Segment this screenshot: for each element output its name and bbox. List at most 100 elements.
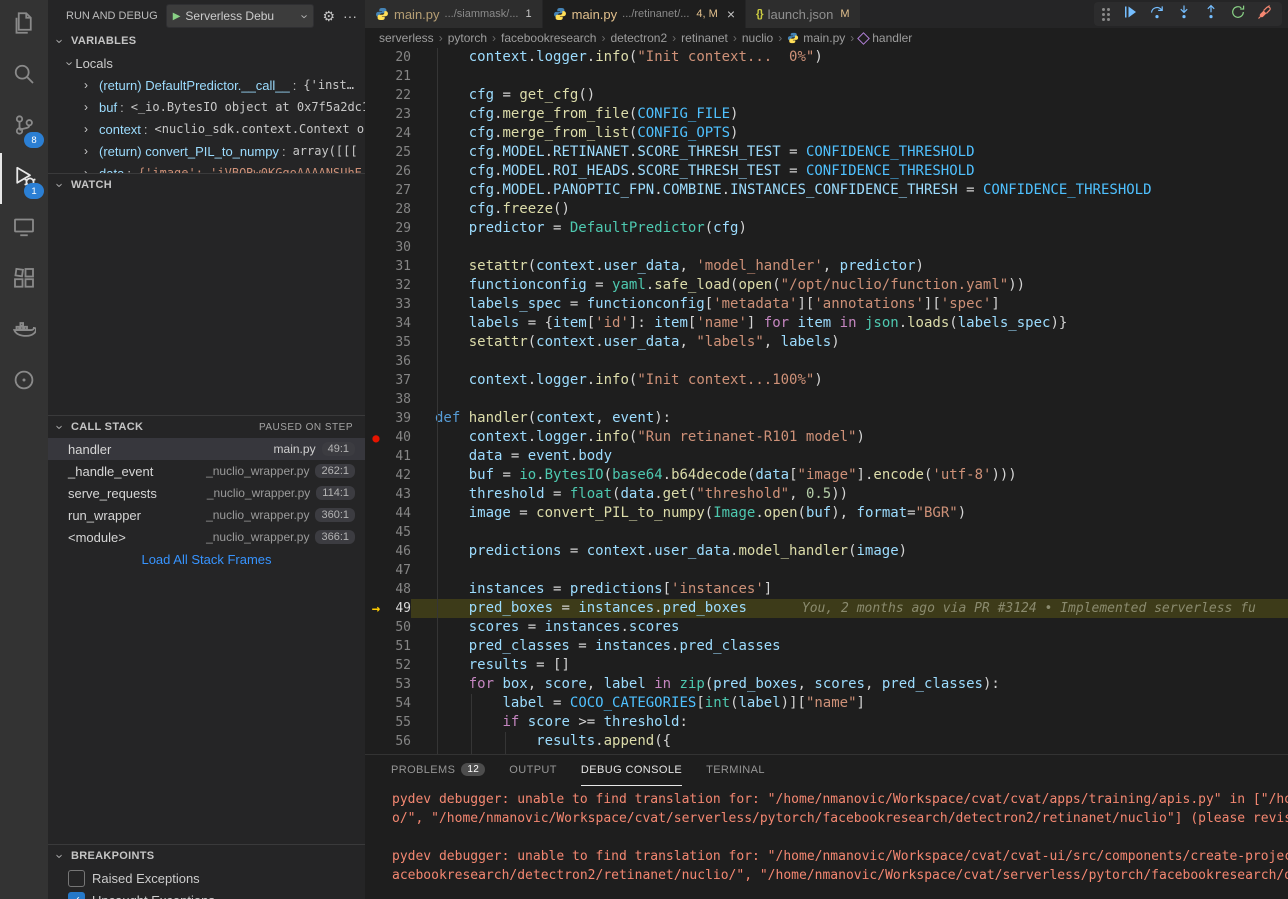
code-line-text[interactable]: def handler(context, event):: [411, 409, 1288, 428]
breadcrumb-item-nuclio[interactable]: nuclio: [742, 31, 773, 45]
code-line-text[interactable]: predictions = context.user_data.model_ha…: [411, 542, 1288, 561]
breakpoint-margin[interactable]: [365, 561, 387, 580]
step-out-button[interactable]: [1202, 5, 1220, 23]
line-number[interactable]: 54: [387, 694, 411, 713]
line-number[interactable]: 41: [387, 447, 411, 466]
line-number[interactable]: 36: [387, 352, 411, 371]
breakpoint-margin[interactable]: [365, 181, 387, 200]
breakpoint-margin[interactable]: [365, 219, 387, 238]
code-line-text[interactable]: context.logger.info("Init context... 0%"…: [411, 48, 1288, 67]
variable-row[interactable]: ›(return) convert_PIL_to_numpy:array([[[…: [48, 140, 365, 162]
code-line-text[interactable]: labels = {item['id']: item['name'] for i…: [411, 314, 1288, 333]
code-line-text[interactable]: [411, 390, 1288, 409]
breadcrumb-item-pytorch[interactable]: pytorch: [448, 31, 487, 45]
activity-item-source-control[interactable]: 8: [0, 102, 48, 153]
breakpoint-margin[interactable]: [365, 105, 387, 124]
tree-collapsed-icon[interactable]: ›: [84, 100, 96, 114]
breakpoint-margin[interactable]: [365, 618, 387, 637]
tree-collapsed-icon[interactable]: ›: [84, 166, 96, 173]
variables-header[interactable]: › VARIABLES: [48, 30, 365, 52]
editor-tab-launch.json[interactable]: {}launch.jsonM: [746, 0, 861, 28]
editor-tab-main.py[interactable]: main.py.../retinanet/...4, M×: [543, 0, 746, 28]
code-line-text[interactable]: [411, 561, 1288, 580]
line-number[interactable]: 27: [387, 181, 411, 200]
breakpoint-margin[interactable]: [365, 656, 387, 675]
code-line-text[interactable]: [411, 238, 1288, 257]
breakpoint-margin[interactable]: [365, 466, 387, 485]
breakpoint-margin[interactable]: [365, 637, 387, 656]
breakpoint-margin[interactable]: [365, 447, 387, 466]
breakpoint-margin[interactable]: [365, 523, 387, 542]
variable-row[interactable]: ›data:{'image': 'iVBORw0KGgoAAAANSUhE…: [48, 162, 365, 173]
breakpoint-margin[interactable]: [365, 238, 387, 257]
breakpoint-margin[interactable]: [365, 352, 387, 371]
code-line-text[interactable]: [411, 352, 1288, 371]
code-line-text[interactable]: cfg = get_cfg(): [411, 86, 1288, 105]
breakpoint-margin[interactable]: [365, 542, 387, 561]
line-number[interactable]: 42: [387, 466, 411, 485]
line-number[interactable]: 51: [387, 637, 411, 656]
breakpoint-margin[interactable]: [365, 333, 387, 352]
line-number[interactable]: 53: [387, 675, 411, 694]
activity-item-remote-explorer[interactable]: [0, 204, 48, 255]
tree-collapsed-icon[interactable]: ›: [84, 122, 96, 136]
step-into-button[interactable]: [1175, 5, 1193, 23]
line-number[interactable]: 50: [387, 618, 411, 637]
code-line-text[interactable]: scores = instances.scores: [411, 618, 1288, 637]
line-number[interactable]: 29: [387, 219, 411, 238]
continue-button[interactable]: [1121, 5, 1139, 23]
tree-collapsed-icon[interactable]: ›: [84, 78, 96, 92]
drag-handle-icon[interactable]: [1102, 8, 1110, 21]
line-number[interactable]: 45: [387, 523, 411, 542]
breadcrumb-item-handler[interactable]: handler: [859, 31, 912, 45]
line-number[interactable]: 47: [387, 561, 411, 580]
breakpoint-margin[interactable]: [365, 732, 387, 751]
breadcrumb-item-main.py[interactable]: main.py: [787, 31, 845, 45]
code-line-text[interactable]: cfg.MODEL.ROI_HEADS.SCORE_THRESH_TEST = …: [411, 162, 1288, 181]
breakpoints-header[interactable]: › BREAKPOINTS: [48, 844, 365, 867]
start-debug-icon[interactable]: ▶: [173, 11, 181, 22]
breakpoint-margin[interactable]: [365, 86, 387, 105]
breakpoint-margin[interactable]: [365, 390, 387, 409]
code-line-text[interactable]: pred_boxes = instances.pred_boxesYou, 2 …: [411, 599, 1288, 618]
code-line-text[interactable]: results = []: [411, 656, 1288, 675]
line-number[interactable]: 37: [387, 371, 411, 390]
variable-row[interactable]: ›buf:<_io.BytesIO object at 0x7f5a2dc1ec…: [48, 96, 365, 118]
line-number[interactable]: 31: [387, 257, 411, 276]
line-number[interactable]: 24: [387, 124, 411, 143]
code-line-text[interactable]: setattr(context.user_data, 'model_handle…: [411, 257, 1288, 276]
editor-tab-main.py[interactable]: main.py.../siammask/...1: [365, 0, 543, 28]
stack-frame[interactable]: <module>_nuclio_wrapper.py366:1: [48, 526, 365, 548]
code-line-text[interactable]: cfg.merge_from_file(CONFIG_FILE): [411, 105, 1288, 124]
tree-collapsed-icon[interactable]: ›: [84, 144, 96, 158]
close-icon[interactable]: ×: [727, 7, 735, 21]
line-number[interactable]: 33: [387, 295, 411, 314]
activity-item-search[interactable]: [0, 51, 48, 102]
line-number[interactable]: 23: [387, 105, 411, 124]
breakpoint-row[interactable]: Raised Exceptions: [48, 867, 365, 889]
code-line-text[interactable]: label = COCO_CATEGORIES[int(label)]["nam…: [411, 694, 1288, 713]
more-actions-icon[interactable]: ···: [343, 8, 357, 24]
breakpoint-margin[interactable]: [365, 694, 387, 713]
line-number[interactable]: 34: [387, 314, 411, 333]
code-line-text[interactable]: [411, 523, 1288, 542]
activity-item-extensions[interactable]: [0, 255, 48, 306]
line-number[interactable]: 21: [387, 67, 411, 86]
disconnect-button[interactable]: [1256, 5, 1274, 23]
scope-locals[interactable]: › Locals: [48, 52, 365, 74]
line-number[interactable]: 52: [387, 656, 411, 675]
activity-item-extra-view[interactable]: [0, 357, 48, 408]
code-line-text[interactable]: predictor = DefaultPredictor(cfg): [411, 219, 1288, 238]
variable-row[interactable]: ›context:<nuclio_sdk.context.Context obj…: [48, 118, 365, 140]
activity-item-run-and-debug[interactable]: 1: [0, 153, 48, 204]
watch-header[interactable]: › WATCH: [48, 174, 365, 196]
breakpoint-margin[interactable]: [365, 504, 387, 523]
line-number[interactable]: 49: [387, 599, 411, 618]
line-number[interactable]: 40: [387, 428, 411, 447]
breadcrumb-item-facebookresearch[interactable]: facebookresearch: [501, 31, 596, 45]
stack-frame[interactable]: _handle_event_nuclio_wrapper.py262:1: [48, 460, 365, 482]
panel-tab-debug-console[interactable]: DEBUG CONSOLE: [581, 755, 682, 786]
breakpoint-margin[interactable]: [365, 48, 387, 67]
breakpoint-margin[interactable]: [365, 371, 387, 390]
breakpoint-margin[interactable]: [365, 143, 387, 162]
